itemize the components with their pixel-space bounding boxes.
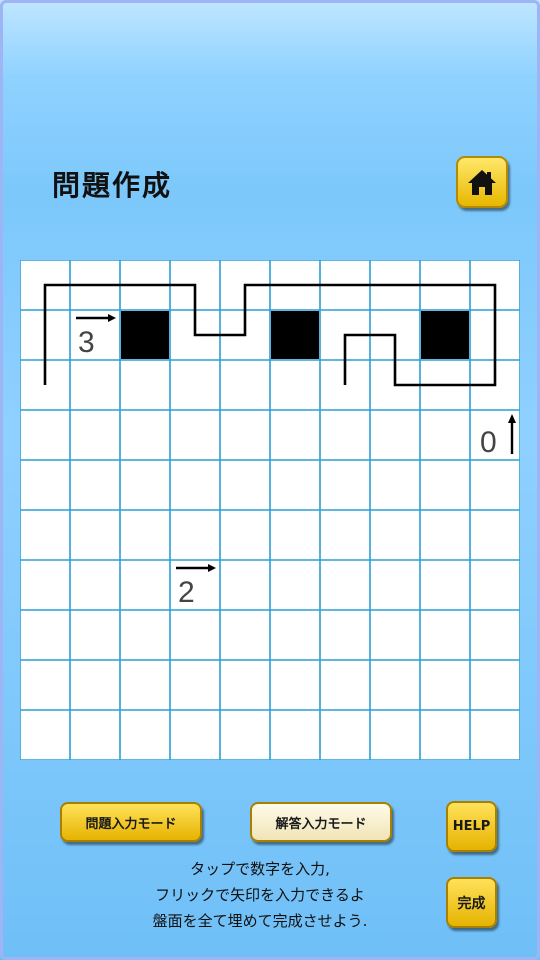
clue-number: 2 bbox=[178, 576, 195, 609]
home-button[interactable] bbox=[456, 156, 508, 208]
help-button[interactable]: HELP bbox=[446, 801, 497, 852]
clue-number: 0 bbox=[480, 426, 497, 459]
problem-input-mode-label: 問題入力モード bbox=[85, 816, 177, 832]
instruction-line-2: フリックで矢印を入力できるよ bbox=[155, 886, 365, 904]
arrow-head bbox=[108, 314, 116, 322]
instruction-line-1: タップで数字を入力, bbox=[190, 860, 330, 878]
complete-label: 完成 bbox=[457, 895, 486, 912]
filled-cell bbox=[121, 311, 169, 359]
complete-button[interactable]: 完成 bbox=[446, 877, 497, 928]
answer-input-mode-label: 解答入力モード bbox=[275, 816, 367, 832]
page-title: 問題作成 bbox=[52, 169, 173, 202]
clue-cell[interactable]: 0 bbox=[480, 414, 516, 459]
arrow-head bbox=[508, 414, 516, 423]
instruction-line-3: 盤面を全て埋めて完成させよう. bbox=[152, 912, 368, 930]
puzzle-board[interactable]: 3 0 2 bbox=[20, 260, 520, 760]
filled-cell bbox=[421, 311, 469, 359]
clue-cell[interactable]: 2 bbox=[176, 564, 216, 609]
clue-number: 3 bbox=[78, 326, 95, 359]
arrow-head bbox=[208, 564, 216, 572]
home-icon bbox=[468, 170, 496, 195]
answer-input-mode-button[interactable]: 解答入力モード bbox=[250, 802, 392, 842]
clue-cell[interactable]: 3 bbox=[76, 314, 116, 359]
problem-input-mode-button[interactable]: 問題入力モード bbox=[60, 802, 202, 842]
filled-cell bbox=[271, 311, 319, 359]
help-label: HELP bbox=[452, 819, 491, 834]
instructions: タップで数字を入力, フリックで矢印を入力できるよ 盤面を全て埋めて完成させよう… bbox=[100, 856, 420, 934]
